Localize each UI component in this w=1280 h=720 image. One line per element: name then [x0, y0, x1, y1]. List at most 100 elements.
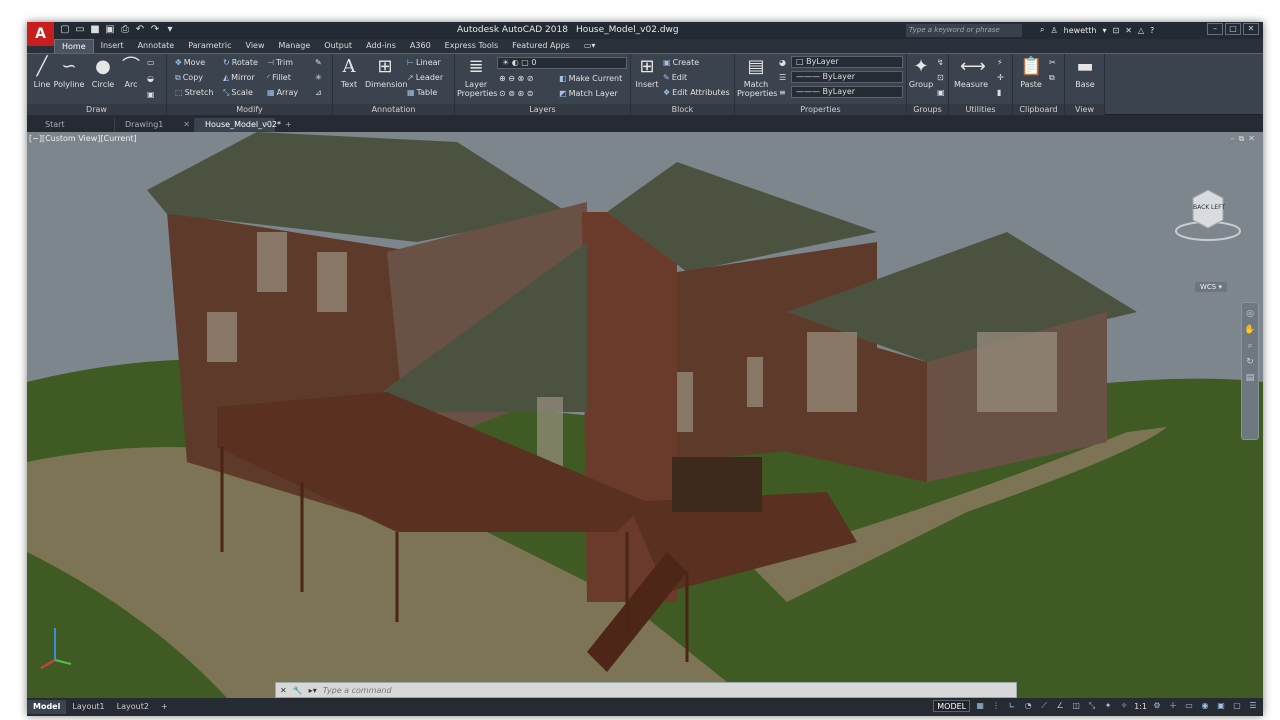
erase-icon[interactable]: ✎ [315, 58, 322, 68]
match-layer-button[interactable]: ◩ Match Layer [559, 89, 618, 99]
move-button[interactable]: ✥ Move [175, 58, 205, 68]
units-icon[interactable]: ▭ [1183, 700, 1195, 712]
doc-tab-drawing1[interactable]: Drawing1 ✕ [115, 118, 195, 132]
tab-view[interactable]: View [239, 39, 272, 53]
arc-button[interactable]: ⌒ Arc [119, 56, 143, 89]
base-button[interactable]: ▬ Base [1071, 56, 1099, 89]
annotation-monitor-icon[interactable]: ＋ [1167, 700, 1179, 712]
application-menu-button[interactable]: A [27, 22, 54, 46]
command-line[interactable]: ✕ 🔧 ▸▾ Type a command [275, 682, 1017, 698]
annotation-visibility-icon[interactable]: ✦ [1102, 700, 1114, 712]
close-icon[interactable]: ✕ [280, 686, 287, 695]
user-menu[interactable]: ⌕ ♙ hewetth ▾ ⊡ ✕ △ ? [1040, 25, 1154, 35]
wrench-icon[interactable]: 🔧 [293, 686, 303, 695]
ribbon-toggle-icon[interactable]: ▭▾ [577, 39, 603, 53]
linetype-dropdown[interactable]: ——— ByLayer [791, 71, 903, 83]
close-button[interactable]: ✕ [1243, 23, 1259, 35]
chevron-down-icon[interactable]: ▾ [1102, 26, 1106, 35]
save-icon[interactable]: ■ [89, 24, 101, 36]
help-icon[interactable]: ? [1150, 26, 1154, 35]
rectangle-icon[interactable]: ▭ [147, 58, 155, 68]
zoom-icon[interactable]: ⌕ [1247, 341, 1252, 351]
fillet-button[interactable]: ◜ Fillet [267, 73, 291, 83]
minimize-icon[interactable]: – [1231, 134, 1235, 144]
isodraft-icon[interactable]: ⟋ [1038, 700, 1050, 712]
copy-clip-icon[interactable]: ⧉ [1049, 73, 1055, 83]
tab-insert[interactable]: Insert [94, 39, 131, 53]
insert-button[interactable]: ⊞ Insert [633, 56, 661, 89]
group-button[interactable]: ✦ Group [907, 56, 935, 89]
paste-button[interactable]: 📋 Paste [1017, 56, 1045, 89]
tab-featured-apps[interactable]: Featured Apps [505, 39, 577, 53]
orbit-icon[interactable]: ↻ [1246, 357, 1254, 367]
match-properties-button[interactable]: ▤ Match Properties [737, 56, 777, 98]
annotation-scale[interactable]: 1:1 [1134, 702, 1147, 711]
edit-button[interactable]: ✎ Edit [663, 73, 687, 83]
auto-scale-icon[interactable]: ✧ [1118, 700, 1130, 712]
doc-tab-start[interactable]: Start [35, 118, 115, 132]
group-select-icon[interactable]: ▣ [937, 88, 945, 98]
tab-home[interactable]: Home [54, 39, 94, 53]
circle-button[interactable]: ● Circle [89, 56, 117, 89]
steering-wheel-icon[interactable]: ◎ [1246, 309, 1254, 319]
line-button[interactable]: ╱ Line [31, 56, 53, 89]
scale-button[interactable]: ⤡ Scale [223, 88, 253, 98]
osnap-tracking-icon[interactable]: ∠ [1054, 700, 1066, 712]
tab-output[interactable]: Output [317, 39, 359, 53]
snap-icon[interactable]: ⋮ [990, 700, 1002, 712]
dimension-button[interactable]: ⊞ Dimension [365, 56, 408, 89]
create-button[interactable]: ▣ Create [663, 58, 699, 68]
lineweight-dropdown[interactable]: ——— ByLayer [791, 86, 903, 98]
layout-tab-model[interactable]: Model [27, 700, 67, 714]
add-layout-button[interactable]: + [155, 700, 174, 714]
ucs-menu[interactable]: WCS ▾ [1194, 282, 1227, 292]
calculator-icon[interactable]: ▮ [997, 88, 1001, 98]
tab-parametric[interactable]: Parametric [181, 39, 238, 53]
tab-a360[interactable]: A360 [403, 39, 438, 53]
dynamic-ucs-icon[interactable]: ⤡ [1086, 700, 1098, 712]
quick-select-icon[interactable]: ⚡ [997, 58, 1003, 68]
viewport-controls-label[interactable]: [−][Custom View][Current] [29, 134, 137, 143]
workspace-gear-icon[interactable]: ⚙ [1151, 700, 1163, 712]
ungroup-icon[interactable]: ↯ [937, 58, 944, 68]
layer-properties-button[interactable]: ≣ Layer Properties [457, 56, 497, 98]
point-icon[interactable]: ✛ [997, 73, 1004, 83]
leader-button[interactable]: ↗ Leader [407, 73, 443, 83]
text-button[interactable]: A Text [337, 56, 361, 89]
cart-icon[interactable]: ⊡ [1112, 26, 1119, 35]
redo-icon[interactable]: ↷ [149, 24, 161, 36]
maximize-button[interactable]: □ [1225, 23, 1241, 35]
user-name[interactable]: hewetth [1064, 26, 1097, 35]
edit-attributes-button[interactable]: ❖ Edit Attributes [663, 88, 730, 98]
new-tab-button[interactable]: + [275, 118, 297, 132]
offset-icon[interactable]: ⊿ [315, 88, 322, 98]
make-current-button[interactable]: ◧ Make Current [559, 74, 622, 84]
layer-dropdown[interactable]: ☀ ◐ ▢ 0 [497, 57, 627, 69]
search-input[interactable]: Type a keyword or phrase [906, 24, 1022, 37]
binoculars-icon[interactable]: ⌕ [1040, 25, 1044, 35]
table-button[interactable]: ▦ Table [407, 88, 437, 98]
tab-addins[interactable]: Add-ins [359, 39, 403, 53]
group-edit-icon[interactable]: ⊡ [937, 73, 944, 83]
linear-button[interactable]: ⊢ Linear [407, 58, 441, 68]
command-input[interactable]: Type a command [323, 686, 392, 695]
layer-tool-icons-row2[interactable]: ⊙ ⊚ ⊛ ⊜ [499, 89, 533, 99]
close-icon[interactable]: ✕ [183, 118, 190, 132]
viewcube-left-face[interactable]: LEFT [1211, 204, 1225, 211]
customize-icon[interactable]: ▾ [164, 24, 176, 36]
tab-express-tools[interactable]: Express Tools [438, 39, 506, 53]
undo-icon[interactable]: ↶ [134, 24, 146, 36]
close-icon[interactable]: ✕ [1248, 134, 1255, 144]
hardware-acceleration-icon[interactable]: ▣ [1215, 700, 1227, 712]
copy-button[interactable]: ⧉ Copy [175, 73, 203, 83]
layout-tab-layout2[interactable]: Layout2 [111, 700, 155, 714]
plot-icon[interactable]: ⎙ [119, 24, 131, 36]
minimize-button[interactable]: – [1207, 23, 1223, 35]
a360-icon[interactable]: △ [1138, 26, 1144, 35]
showmotion-icon[interactable]: ▤ [1246, 373, 1255, 383]
open-icon[interactable]: ▭ [74, 24, 86, 36]
customization-menu-icon[interactable]: ☰ [1247, 700, 1259, 712]
drawing-viewport[interactable]: [−][Custom View][Current] – ⧉ ✕ BACK LEF… [27, 132, 1263, 698]
region-icon[interactable]: ▣ [147, 90, 155, 100]
explode-icon[interactable]: ✳ [315, 73, 322, 83]
